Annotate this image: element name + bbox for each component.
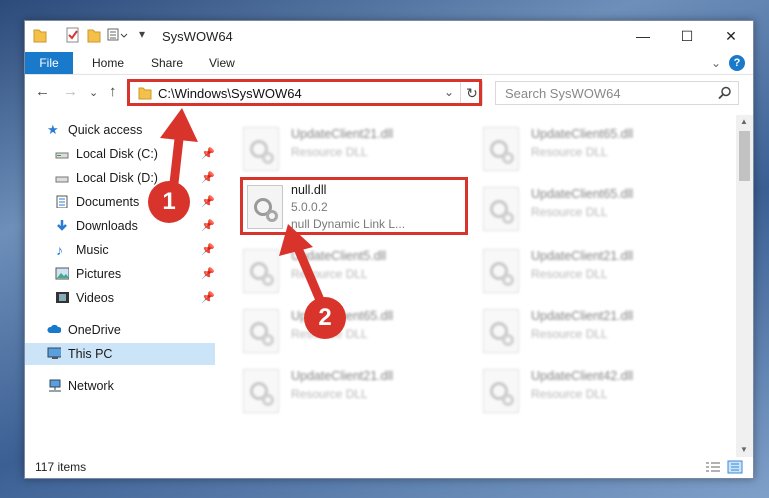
annotation-arrows [160, 108, 325, 302]
step-1-badge: 1 [148, 181, 190, 223]
step-2-badge: 2 [304, 297, 346, 339]
